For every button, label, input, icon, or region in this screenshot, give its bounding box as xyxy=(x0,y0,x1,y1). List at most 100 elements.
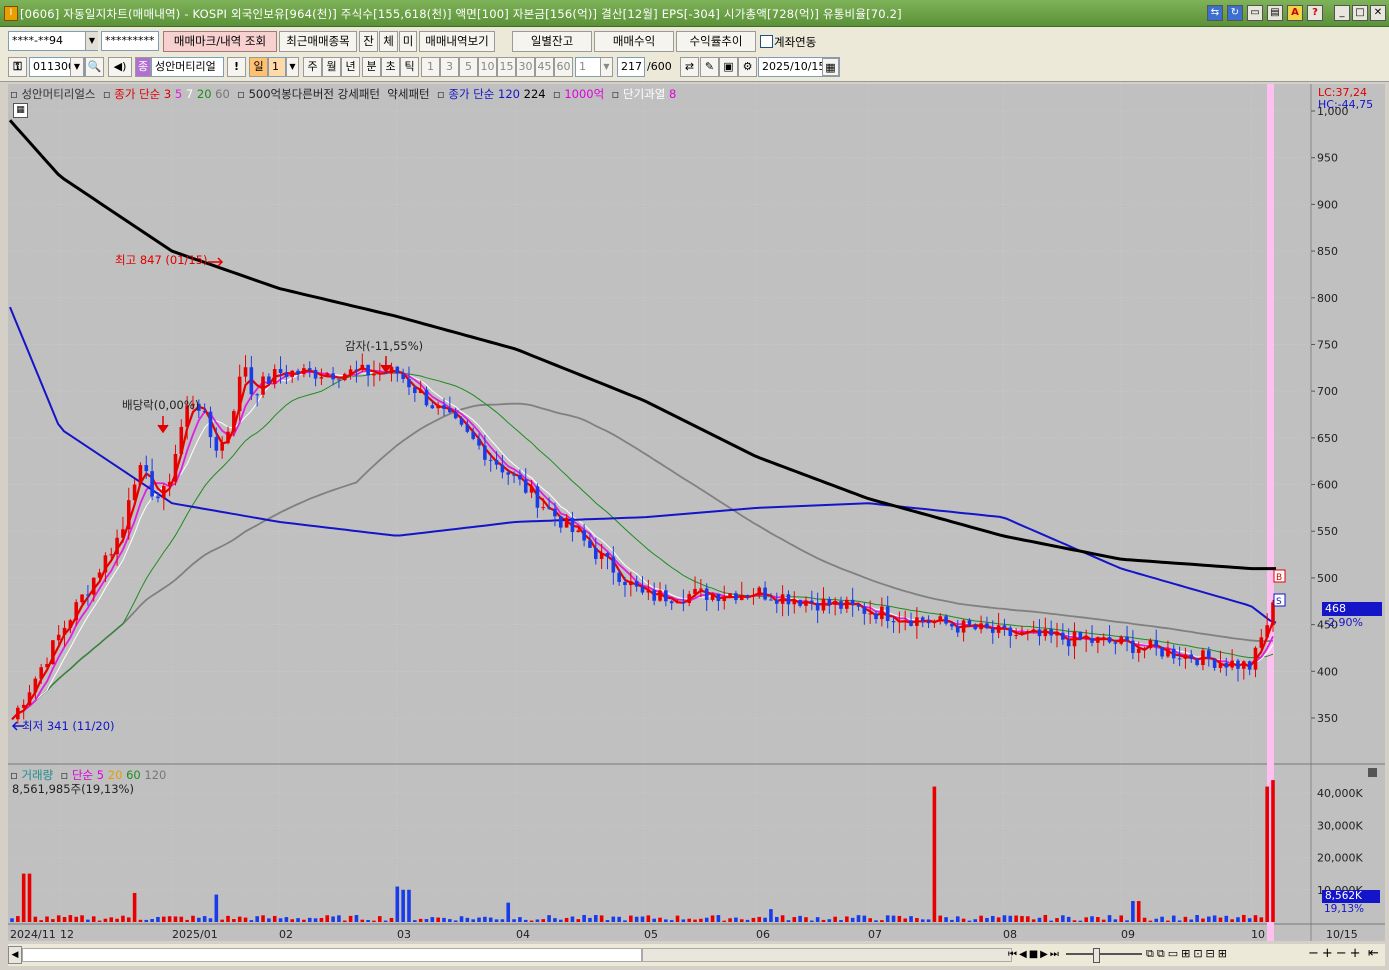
interval-button[interactable]: 10 xyxy=(478,57,497,77)
period-month-button[interactable]: 월 xyxy=(322,57,341,77)
candle-body xyxy=(681,602,686,604)
playback-controls[interactable]: ⏮◀■▶⏭ xyxy=(1008,947,1064,963)
candle-body xyxy=(915,617,919,626)
volume-bar xyxy=(512,919,516,922)
favorite-icon[interactable]: 종 xyxy=(135,57,151,77)
volume-bar xyxy=(1247,918,1252,922)
sell-marker-label: S xyxy=(1276,597,1282,607)
tools-icon[interactable]: ✎ xyxy=(700,57,719,77)
interval-button[interactable]: 15 xyxy=(497,57,516,77)
panel-close-icon[interactable] xyxy=(1368,768,1377,777)
search-icon[interactable]: 🔍 xyxy=(85,57,104,77)
volume-bar xyxy=(255,916,259,922)
candle-body xyxy=(1171,648,1176,659)
volume-bar xyxy=(599,915,604,922)
candle-body xyxy=(453,412,458,419)
help-icon[interactable]: ? xyxy=(1307,5,1323,21)
trade-history-button[interactable]: 매매내역보기 xyxy=(419,31,495,52)
recent-trades-button[interactable]: 최근매매종목 xyxy=(279,31,357,52)
monitor-icon[interactable]: ▭ xyxy=(1247,5,1263,21)
chevron-down-icon[interactable]: ▼ xyxy=(85,32,98,50)
chevron-down-icon[interactable]: ▼ xyxy=(70,57,84,77)
calendar-icon[interactable]: ▦ xyxy=(822,58,839,76)
candle-body xyxy=(588,540,592,548)
period-second-button[interactable]: 초 xyxy=(381,57,400,77)
period-year-button[interactable]: 년 xyxy=(341,57,360,77)
account-link-checkbox[interactable] xyxy=(760,35,773,48)
volume-bar xyxy=(488,917,493,922)
volume-bar xyxy=(325,915,330,922)
zoom-slider-handle[interactable] xyxy=(1093,948,1100,963)
save-icon[interactable]: ▣ xyxy=(719,57,738,77)
period-day-button[interactable]: 일 xyxy=(249,57,268,77)
reset-icon[interactable]: ⇤ xyxy=(1368,946,1379,961)
legend-overheat: 단기과열 xyxy=(622,87,666,101)
period-week-button[interactable]: 주 xyxy=(303,57,322,77)
volume-bar xyxy=(109,917,114,922)
interval-button[interactable]: 5 xyxy=(459,57,478,77)
balance-button[interactable]: 잔 xyxy=(359,31,378,52)
candle-body xyxy=(570,517,575,533)
refresh-icon[interactable]: ↻ xyxy=(1227,5,1243,21)
maximize-icon[interactable]: □ xyxy=(1352,5,1368,21)
candle-body xyxy=(850,599,855,605)
interval-button[interactable]: 45 xyxy=(535,57,554,77)
period-minute-button[interactable]: 분 xyxy=(362,57,381,77)
font-icon[interactable]: A xyxy=(1287,5,1303,21)
view-tool-icons[interactable]: ⧉⧉▭⊞⊡⊟⊞ xyxy=(1146,947,1230,961)
trade-profit-button[interactable]: 매매수익 xyxy=(594,31,674,52)
chart-area[interactable]: BS 1,000 950 900 850 800 750 700 650 600 550 500 45… xyxy=(8,84,1385,941)
filled-button[interactable]: 체 xyxy=(379,31,398,52)
unfilled-button[interactable]: 미 xyxy=(399,31,417,52)
volume-bar xyxy=(80,915,84,922)
lock-icon[interactable]: ⚿ xyxy=(8,57,27,77)
scroll-track[interactable] xyxy=(22,948,642,962)
custom-interval-input[interactable]: 1 xyxy=(575,57,601,77)
bar-count-input[interactable]: 217 xyxy=(617,57,645,77)
candle-body xyxy=(418,389,423,393)
scroll-thumb[interactable] xyxy=(642,948,1012,962)
trade-link-icon[interactable]: ⇄ xyxy=(680,57,699,77)
trade-mark-button[interactable]: 매매마크/내역 조회 xyxy=(163,31,277,52)
return-trend-button[interactable]: 수익률추이 xyxy=(676,31,756,52)
zoom-icons[interactable]: −+−+ xyxy=(1308,946,1364,961)
print-icon[interactable]: ▤ xyxy=(1267,5,1283,21)
chevron-down-icon[interactable]: ▼ xyxy=(600,57,613,77)
period-count-input[interactable]: 1 xyxy=(268,57,286,77)
interval-button[interactable]: 60 xyxy=(554,57,573,77)
volume-bar xyxy=(1271,780,1275,922)
daily-balance-button[interactable]: 일별잔고 xyxy=(512,31,592,52)
volume-bar xyxy=(786,920,791,922)
candle-body xyxy=(249,367,254,395)
bottom-scrollbar[interactable]: ◀ ⏮◀■▶⏭ ⧉⧉▭⊞⊡⊟⊞ −+−+ ⇤ xyxy=(8,944,1385,966)
period-tick-button[interactable]: 틱 xyxy=(400,57,419,77)
candle-body xyxy=(272,369,277,384)
password-field[interactable]: ********* xyxy=(101,31,159,51)
alert-button[interactable]: ! xyxy=(227,57,246,77)
candle-body xyxy=(611,556,616,573)
gear-icon[interactable]: ⚙ xyxy=(738,57,757,77)
minimize-icon[interactable]: _ xyxy=(1334,5,1350,21)
interval-button[interactable]: 3 xyxy=(440,57,459,77)
link-icon[interactable]: ⇆ xyxy=(1207,5,1223,21)
zoom-slider[interactable] xyxy=(1066,953,1142,955)
volume-bar xyxy=(961,918,966,922)
scroll-left-icon[interactable]: ◀ xyxy=(8,946,22,964)
volume-bar xyxy=(115,918,119,922)
candle-body xyxy=(156,496,160,499)
volume-bar xyxy=(739,919,744,922)
volume-bar xyxy=(21,873,26,922)
close-icon[interactable]: ✕ xyxy=(1370,5,1386,21)
chevron-down-icon[interactable]: ▼ xyxy=(286,57,299,77)
legend-stock-name: 성안머티리얼스 xyxy=(21,87,96,101)
candle-body xyxy=(1236,660,1240,669)
volume-bar xyxy=(494,919,499,922)
volume-bar xyxy=(1043,914,1048,922)
table-icon[interactable]: ▦ xyxy=(13,103,28,118)
x-tick-label: 06 xyxy=(756,928,770,941)
interval-button[interactable]: 1 xyxy=(421,57,440,77)
candle-body xyxy=(331,373,335,380)
speaker-icon[interactable]: ◀) xyxy=(108,57,132,77)
interval-button[interactable]: 30 xyxy=(516,57,535,77)
stock-chart[interactable]: BS 1,00095090085080075070065060055050045… xyxy=(8,84,1385,941)
